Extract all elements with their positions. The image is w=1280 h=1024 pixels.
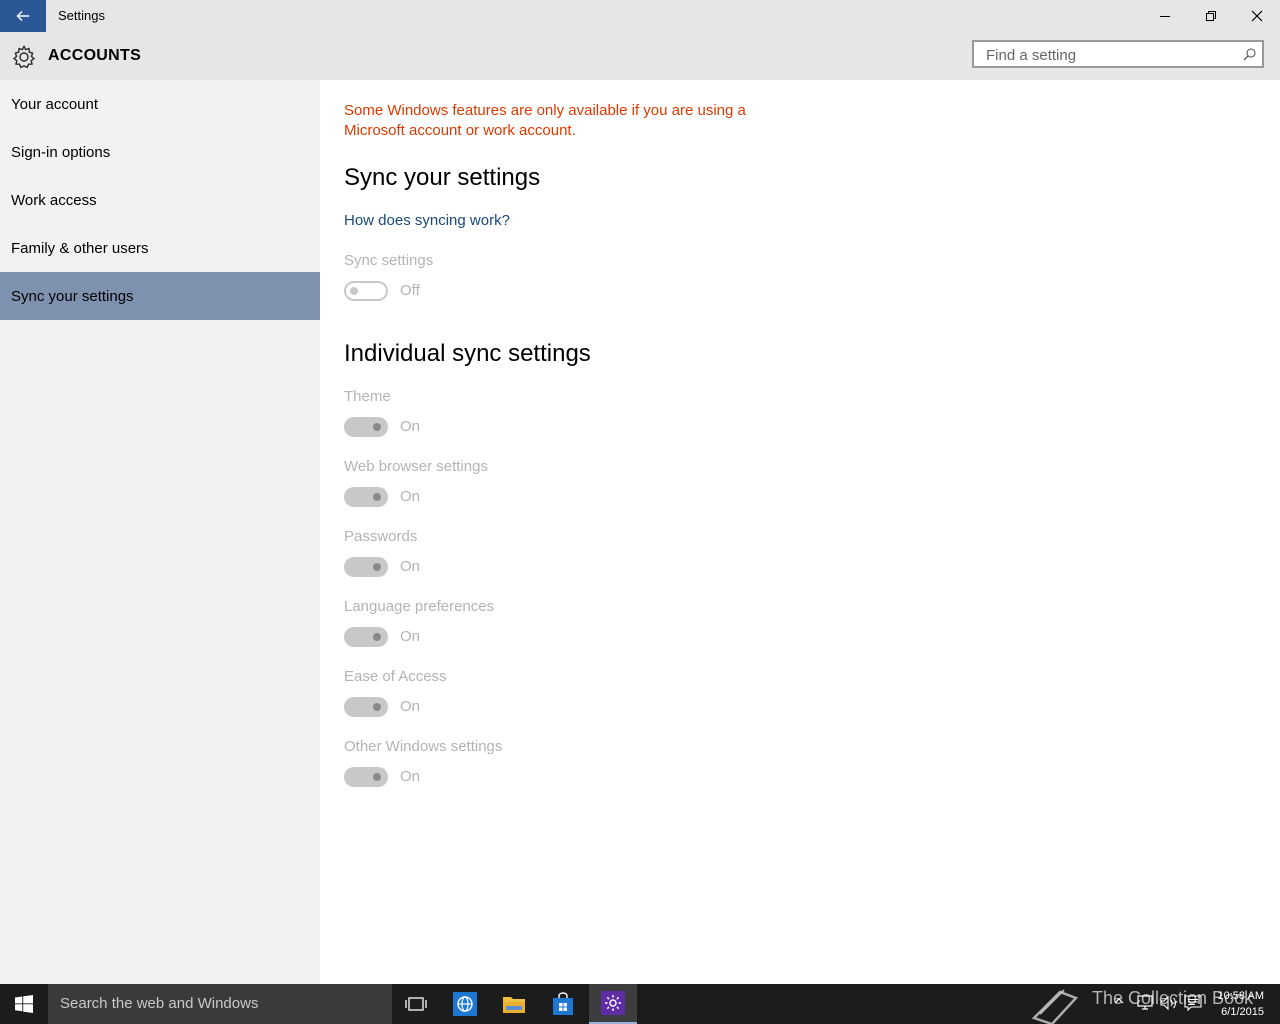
account-warning: Some Windows features are only available… <box>344 102 746 139</box>
how-syncing-works-link[interactable]: How does syncing work? <box>344 212 510 229</box>
sidebar-item-label: Work access <box>11 191 97 209</box>
theme-label: Theme <box>344 388 391 405</box>
sidebar-item-sync-your-settings[interactable]: Sync your settings <box>0 272 320 320</box>
sidebar-item-work-access[interactable]: Work access <box>0 176 320 224</box>
store-icon <box>553 992 573 1015</box>
other-windows-settings-state: On <box>400 768 421 785</box>
main-content: Some Windows features are only available… <box>320 80 1280 984</box>
language-preferences-label: Language preferences <box>344 598 495 615</box>
taskbar: Search the web and Windows The Collectio… <box>0 984 1280 1024</box>
taskbar-search[interactable]: Search the web and Windows <box>48 984 392 1024</box>
windows-start-icon <box>15 995 33 1013</box>
individual-sync-heading: Individual sync settings <box>344 340 591 367</box>
section-title: ACCOUNTS <box>48 47 142 64</box>
sidebar-item-your-account[interactable]: Your account <box>0 80 320 128</box>
task-view-button[interactable] <box>392 984 440 1024</box>
other-windows-settings-toggle[interactable] <box>344 767 388 787</box>
network-icon[interactable] <box>1136 995 1154 1011</box>
action-center-icon[interactable] <box>1184 995 1202 1011</box>
back-button[interactable] <box>0 0 46 32</box>
store-button[interactable] <box>539 984 587 1024</box>
start-button[interactable] <box>0 984 48 1024</box>
search-box[interactable] <box>972 40 1264 68</box>
file-explorer-icon <box>503 997 525 1013</box>
task-view-icon <box>405 997 427 1011</box>
sidebar-item-sign-in-options[interactable]: Sign-in options <box>0 128 320 176</box>
chevron-up-icon[interactable] <box>1114 996 1124 1006</box>
sidebar-item-label: Family & other users <box>11 239 149 257</box>
sync-heading: Sync your settings <box>344 164 541 191</box>
web-browser-settings-state: On <box>400 488 421 505</box>
volume-icon[interactable] <box>1160 995 1178 1011</box>
close-icon <box>1251 10 1263 22</box>
clock-date: 6/1/2015 <box>1221 1006 1264 1018</box>
settings-gear-icon <box>601 991 625 1015</box>
sidebar-item-label: Your account <box>11 95 99 113</box>
web-browser-settings-label: Web browser settings <box>344 458 488 475</box>
ease-of-access-label: Ease of Access <box>344 668 447 685</box>
taskbar-search-text: Search the web and Windows <box>60 995 259 1012</box>
back-arrow-icon <box>16 11 29 21</box>
restore-icon <box>1206 11 1216 21</box>
passwords-label: Passwords <box>344 528 418 545</box>
sidebar: Your account Sign-in options Work access… <box>0 80 320 984</box>
internet-explorer-icon <box>453 992 477 1016</box>
ease-of-access-state: On <box>400 698 421 715</box>
close-button[interactable] <box>1234 0 1280 32</box>
clock[interactable]: 10:58 AM 6/1/2015 <box>1208 988 1264 1020</box>
search-icon[interactable] <box>1243 48 1256 61</box>
passwords-toggle[interactable] <box>344 557 388 577</box>
sync-settings-label: Sync settings <box>344 252 434 269</box>
language-preferences-toggle[interactable] <box>344 627 388 647</box>
web-browser-settings-toggle[interactable] <box>344 487 388 507</box>
sidebar-item-label: Sign-in options <box>11 143 111 161</box>
gear-icon <box>12 44 36 69</box>
minimize-icon <box>1160 16 1170 17</box>
theme-toggle[interactable] <box>344 417 388 437</box>
file-explorer-button[interactable] <box>490 984 538 1024</box>
sidebar-item-label: Sync your settings <box>11 287 134 305</box>
restore-button[interactable] <box>1188 0 1234 32</box>
window-title: Settings <box>58 8 105 23</box>
language-preferences-state: On <box>400 628 421 645</box>
sidebar-item-family-other-users[interactable]: Family & other users <box>0 224 320 272</box>
theme-state: On <box>400 418 421 435</box>
sync-settings-state: Off <box>400 282 420 299</box>
ease-of-access-toggle[interactable] <box>344 697 388 717</box>
passwords-state: On <box>400 558 421 575</box>
search-input[interactable] <box>984 46 1238 65</box>
title-bar: Settings <box>0 0 1280 32</box>
settings-header: ACCOUNTS <box>0 32 1280 80</box>
internet-explorer-button[interactable] <box>441 984 489 1024</box>
minimize-button[interactable] <box>1142 0 1188 32</box>
sync-settings-toggle[interactable] <box>344 281 388 301</box>
other-windows-settings-label: Other Windows settings <box>344 738 503 755</box>
clock-time: 10:58 AM <box>1217 990 1264 1002</box>
settings-taskbar-button[interactable] <box>589 984 637 1024</box>
